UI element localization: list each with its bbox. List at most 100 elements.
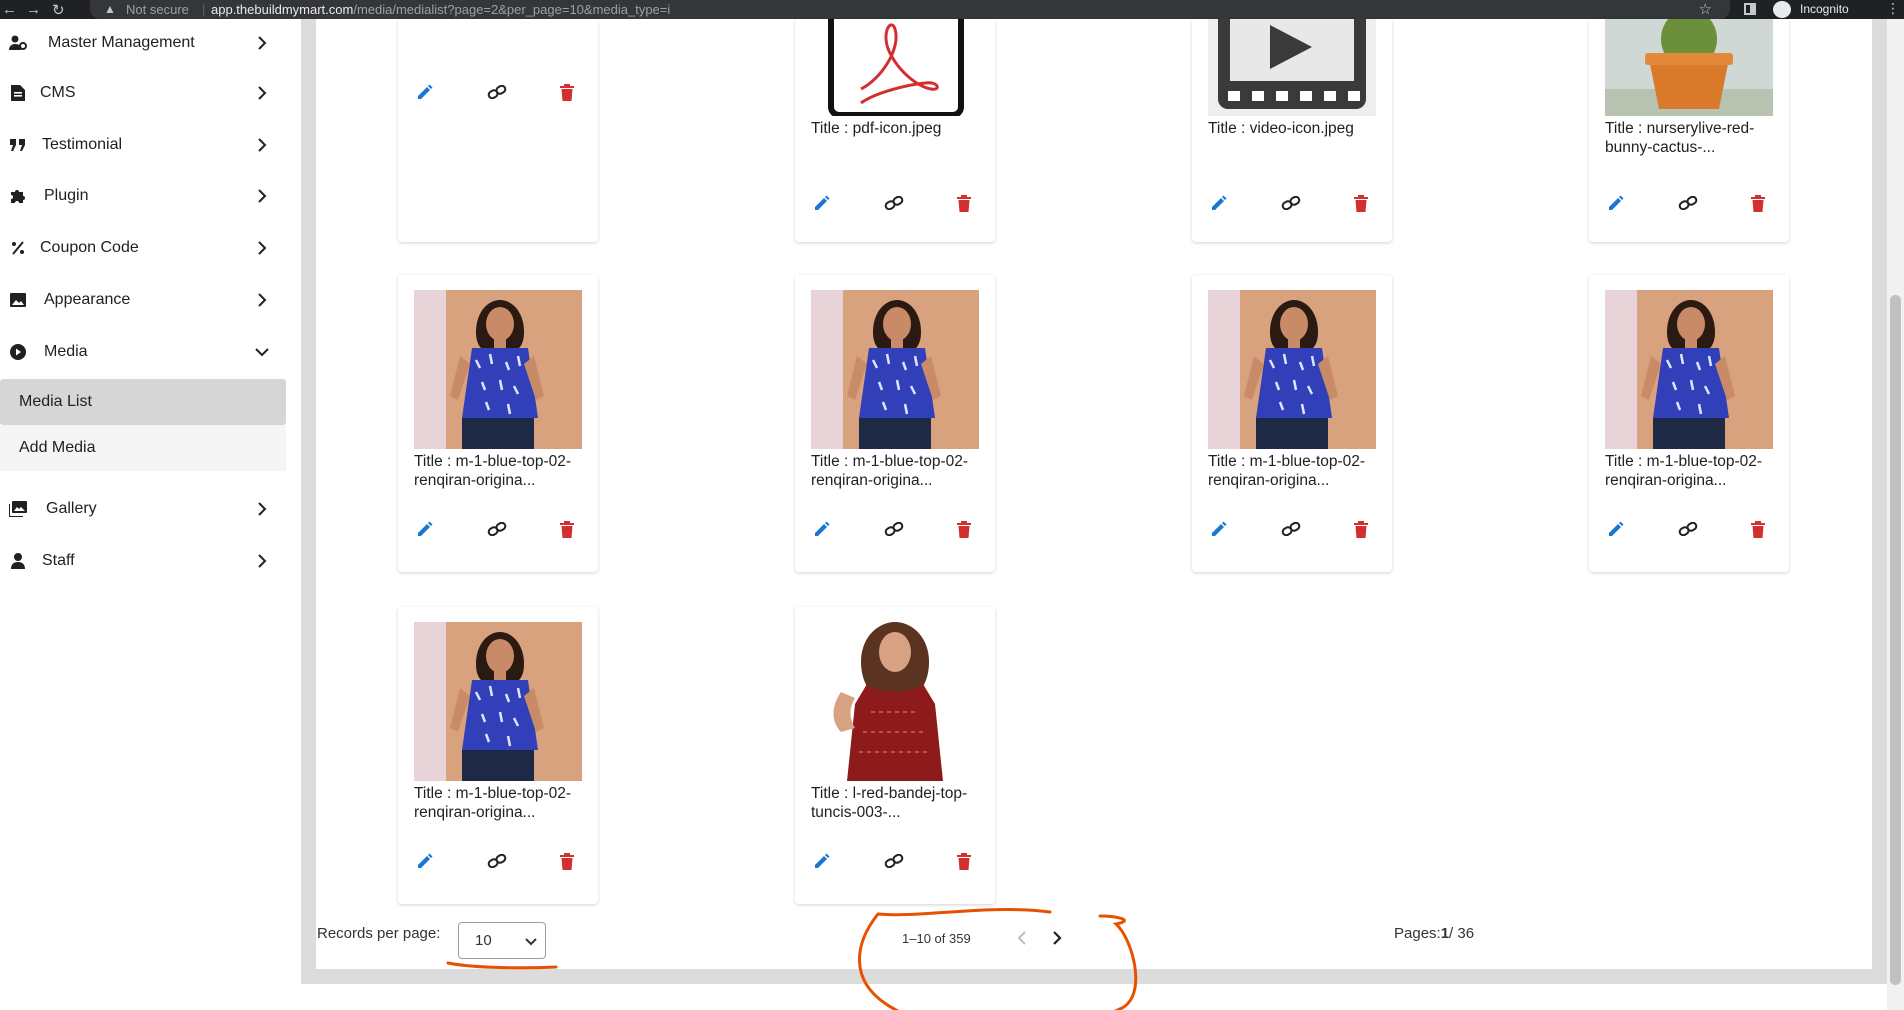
copy-link-button[interactable] bbox=[484, 516, 510, 542]
edit-button[interactable] bbox=[412, 848, 438, 874]
chevron-down-icon bbox=[255, 345, 269, 359]
sidebar-item-label: Master Management bbox=[48, 34, 195, 51]
copy-link-button[interactable] bbox=[881, 848, 907, 874]
copy-link-button[interactable] bbox=[881, 516, 907, 542]
copy-link-button[interactable] bbox=[1278, 516, 1304, 542]
incognito-icon[interactable] bbox=[1773, 1, 1791, 18]
warning-icon: ▲ bbox=[104, 2, 116, 16]
copy-link-button[interactable] bbox=[1675, 516, 1701, 542]
chevron-left-icon bbox=[1017, 931, 1026, 945]
not-secure-label: Not secure bbox=[126, 2, 189, 17]
sidebar-subitem-media-list[interactable]: Media List bbox=[0, 379, 286, 425]
copy-link-button[interactable] bbox=[484, 79, 510, 105]
pages-indicator: Pages:1/ 36 bbox=[1394, 925, 1474, 942]
media-thumbnail bbox=[811, 622, 979, 781]
next-page-button[interactable] bbox=[1044, 925, 1070, 951]
trash-icon bbox=[957, 520, 971, 538]
trash-icon bbox=[1354, 520, 1368, 538]
edit-button[interactable] bbox=[809, 848, 835, 874]
trash-icon bbox=[1751, 194, 1765, 212]
delete-button[interactable] bbox=[1348, 516, 1374, 542]
delete-button[interactable] bbox=[951, 190, 977, 216]
records-per-page-value: 10 bbox=[475, 932, 492, 949]
media-thumbnail bbox=[811, 290, 979, 449]
media-thumbnail bbox=[414, 622, 582, 781]
sidebar-subitem-add-media[interactable]: Add Media bbox=[0, 425, 286, 471]
delete-button[interactable] bbox=[1745, 190, 1771, 216]
sidebar-item-appearance[interactable]: Appearance bbox=[0, 276, 290, 324]
sidebar-subitem-label: Media List bbox=[19, 393, 92, 410]
records-per-page-label: Records per page: bbox=[317, 925, 441, 942]
puzzle-icon bbox=[9, 187, 27, 205]
chevron-right-icon bbox=[255, 36, 269, 50]
media-card bbox=[398, 19, 598, 242]
media-card: Title : m-1-blue-top-02-renqiran-origina… bbox=[795, 275, 995, 572]
delete-button[interactable] bbox=[554, 516, 580, 542]
sidebar-item-plugin[interactable]: Plugin bbox=[0, 172, 290, 220]
link-icon bbox=[1281, 522, 1301, 536]
previous-page-button[interactable] bbox=[1009, 925, 1035, 951]
chevron-right-icon bbox=[255, 554, 269, 568]
trash-icon bbox=[957, 852, 971, 870]
delete-button[interactable] bbox=[554, 79, 580, 105]
side-panel-icon[interactable] bbox=[1744, 3, 1756, 15]
pencil-icon bbox=[1607, 520, 1625, 538]
copy-link-button[interactable] bbox=[881, 190, 907, 216]
media-card: Title : video-icon.jpeg bbox=[1192, 19, 1392, 242]
delete-button[interactable] bbox=[1745, 516, 1771, 542]
trash-icon bbox=[560, 83, 574, 101]
sidebar-item-cms[interactable]: CMS bbox=[0, 69, 290, 117]
sidebar-item-staff[interactable]: Staff bbox=[0, 537, 290, 585]
scrollbar-thumb[interactable] bbox=[1890, 295, 1901, 985]
sidebar-item-testimonial[interactable]: Testimonial bbox=[0, 121, 290, 169]
sidebar-item-coupon-code[interactable]: Coupon Code bbox=[0, 224, 290, 272]
records-per-page-select[interactable]: 10 bbox=[458, 922, 546, 959]
sidebar-item-media[interactable]: Media bbox=[0, 328, 290, 376]
edit-button[interactable] bbox=[809, 190, 835, 216]
current-page-number: 1 bbox=[1440, 925, 1450, 942]
link-icon bbox=[1281, 196, 1301, 210]
back-arrow-icon[interactable]: ← bbox=[2, 1, 17, 18]
edit-button[interactable] bbox=[1206, 190, 1232, 216]
copy-link-button[interactable] bbox=[1278, 190, 1304, 216]
copy-link-button[interactable] bbox=[1675, 190, 1701, 216]
delete-button[interactable] bbox=[554, 848, 580, 874]
media-title: Title : l-red-bandej-top-tuncis-003-... bbox=[811, 785, 968, 821]
bookmark-star-icon[interactable]: ☆ bbox=[1699, 0, 1712, 18]
link-icon bbox=[884, 522, 904, 536]
sidebar-item-master-management[interactable]: Master Management bbox=[0, 19, 290, 67]
trash-icon bbox=[560, 852, 574, 870]
sidebar-item-label: Staff bbox=[42, 552, 75, 569]
trash-icon bbox=[560, 520, 574, 538]
edit-button[interactable] bbox=[1603, 190, 1629, 216]
chevron-right-icon bbox=[255, 241, 269, 255]
quote-icon bbox=[9, 136, 27, 154]
sidebar-item-gallery[interactable]: Gallery bbox=[0, 485, 290, 533]
pencil-icon bbox=[416, 852, 434, 870]
media-thumbnail bbox=[1208, 19, 1376, 116]
edit-button[interactable] bbox=[1603, 516, 1629, 542]
browser-menu-icon[interactable]: ⋮ bbox=[1886, 0, 1900, 17]
reload-icon[interactable]: ↻ bbox=[52, 1, 65, 19]
media-card: Title : l-red-bandej-top-tuncis-003-... bbox=[795, 607, 995, 904]
url-text: app.thebuildmymart.com/media/medialist?p… bbox=[211, 2, 670, 17]
pencil-icon bbox=[1607, 194, 1625, 212]
document-icon bbox=[9, 84, 27, 102]
delete-button[interactable] bbox=[951, 516, 977, 542]
delete-button[interactable] bbox=[1348, 190, 1374, 216]
pencil-icon bbox=[1210, 520, 1228, 538]
total-pages: / 36 bbox=[1449, 925, 1475, 942]
sidebar-item-label: Appearance bbox=[44, 291, 131, 308]
media-thumbnail bbox=[811, 19, 979, 116]
browser-toolbar: ← → ↻ ▲ Not secure | app.thebuildmymart.… bbox=[0, 0, 1904, 19]
forward-arrow-icon[interactable]: → bbox=[26, 1, 41, 18]
copy-link-button[interactable] bbox=[484, 848, 510, 874]
edit-button[interactable] bbox=[809, 516, 835, 542]
delete-button[interactable] bbox=[951, 848, 977, 874]
edit-button[interactable] bbox=[412, 516, 438, 542]
edit-button[interactable] bbox=[1206, 516, 1232, 542]
media-card: Title : m-1-blue-top-02-renqiran-origina… bbox=[398, 275, 598, 572]
address-bar[interactable]: ▲ Not secure | app.thebuildmymart.com/me… bbox=[90, 0, 1730, 19]
media-title: Title : pdf-icon.jpeg bbox=[811, 120, 942, 137]
edit-button[interactable] bbox=[412, 79, 438, 105]
